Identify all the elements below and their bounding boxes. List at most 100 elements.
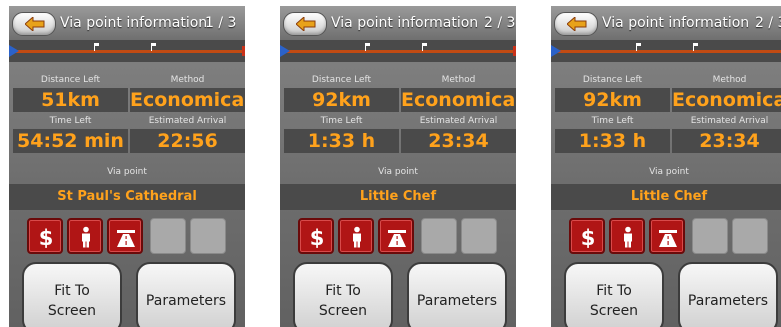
parameters-label: Parameters bbox=[145, 293, 227, 309]
distance-left-label: Distance Left bbox=[311, 75, 372, 85]
dollar-icon: $ bbox=[581, 226, 596, 248]
page-indicator: 1 / 3 bbox=[205, 15, 237, 31]
time-left-value: 1:33 h bbox=[284, 129, 399, 153]
method-label: Method bbox=[712, 75, 747, 85]
estimated-arrival-label: Estimated Arrival bbox=[419, 116, 498, 126]
title-bar: Via point information 1 / 3 bbox=[9, 6, 245, 40]
method-label: Method bbox=[170, 75, 205, 85]
time-left-label: Time Left bbox=[591, 116, 634, 126]
fit-to-screen-label-line1: Fit To bbox=[596, 283, 632, 299]
avoid-toll-roads-button[interactable]: $ bbox=[27, 218, 63, 254]
via-point-screen-3: Via point information 2 / 3 Distance Lef… bbox=[551, 6, 781, 327]
empty-option-slot[interactable] bbox=[461, 218, 497, 254]
fit-to-screen-button[interactable]: Fit To Screen bbox=[22, 262, 122, 327]
route-line bbox=[15, 50, 245, 53]
page-indicator: 2 / 3 bbox=[755, 15, 781, 31]
fit-to-screen-label-line2: Screen bbox=[318, 303, 368, 319]
empty-option-slot[interactable] bbox=[692, 218, 728, 254]
avoid-toll-roads-button[interactable]: $ bbox=[298, 218, 334, 254]
highway-icon bbox=[659, 230, 677, 247]
pedestrian-icon bbox=[353, 226, 361, 248]
route-progress-bar bbox=[9, 40, 245, 62]
empty-option-slot[interactable] bbox=[150, 218, 186, 254]
title-bar: Via point information 2 / 3 bbox=[280, 6, 516, 40]
dollar-icon: $ bbox=[39, 226, 54, 248]
back-button[interactable] bbox=[283, 12, 327, 36]
via-point-label: Via point bbox=[378, 167, 418, 177]
estimated-arrival-value: 22:56 bbox=[130, 129, 245, 153]
avoid-highways-button[interactable] bbox=[649, 218, 685, 254]
fit-to-screen-button[interactable]: Fit To Screen bbox=[293, 262, 393, 327]
via-point-flag-cloth bbox=[152, 43, 156, 46]
estimated-arrival-value: 23:34 bbox=[672, 129, 781, 153]
via-point-screen-1: Via point information 1 / 3 Distance Lef… bbox=[9, 6, 245, 327]
parameters-button[interactable]: Parameters bbox=[407, 262, 507, 327]
fit-to-screen-label-line2: Screen bbox=[589, 303, 639, 319]
parameters-label: Parameters bbox=[687, 293, 769, 309]
via-point-flag-cloth bbox=[95, 43, 99, 46]
route-progress-bar bbox=[280, 40, 516, 62]
svg-text:$: $ bbox=[581, 226, 596, 248]
screen-title: Via point information bbox=[602, 15, 750, 31]
start-arrow-icon bbox=[280, 45, 290, 57]
svg-text:$: $ bbox=[39, 226, 54, 248]
destination-marker-icon bbox=[242, 46, 245, 56]
pedestrian-route-button[interactable] bbox=[67, 218, 103, 254]
avoid-highways-button[interactable] bbox=[378, 218, 414, 254]
route-progress-bar bbox=[551, 40, 781, 62]
highway-icon bbox=[117, 230, 135, 247]
svg-text:$: $ bbox=[310, 226, 325, 248]
back-arrow-icon bbox=[567, 17, 587, 31]
title-bar: Via point information 2 / 3 bbox=[551, 6, 781, 40]
method-value: Economical bbox=[672, 88, 781, 112]
time-left-value: 1:33 h bbox=[555, 129, 670, 153]
estimated-arrival-value: 23:34 bbox=[401, 129, 516, 153]
destination-marker-icon bbox=[513, 46, 516, 56]
dollar-icon: $ bbox=[310, 226, 325, 248]
page-indicator: 2 / 3 bbox=[484, 15, 516, 31]
back-button[interactable] bbox=[12, 12, 56, 36]
empty-option-slot[interactable] bbox=[421, 218, 457, 254]
start-arrow-icon bbox=[551, 45, 561, 57]
back-arrow-icon bbox=[296, 17, 316, 31]
method-label: Method bbox=[441, 75, 476, 85]
avoid-toll-roads-button[interactable]: $ bbox=[569, 218, 605, 254]
screen-title: Via point information bbox=[331, 15, 479, 31]
pedestrian-route-button[interactable] bbox=[609, 218, 645, 254]
pedestrian-icon bbox=[624, 226, 632, 248]
distance-left-value: 92km bbox=[555, 88, 670, 112]
estimated-arrival-label: Estimated Arrival bbox=[690, 116, 769, 126]
pedestrian-route-button[interactable] bbox=[338, 218, 374, 254]
via-point-name: Little Chef bbox=[551, 184, 781, 210]
parameters-button[interactable]: Parameters bbox=[136, 262, 236, 327]
back-button[interactable] bbox=[554, 12, 598, 36]
via-point-flag-cloth bbox=[637, 43, 641, 46]
distance-left-label: Distance Left bbox=[40, 75, 101, 85]
route-line bbox=[286, 50, 516, 53]
time-left-label: Time Left bbox=[49, 116, 92, 126]
fit-to-screen-label-line2: Screen bbox=[47, 303, 97, 319]
route-line bbox=[557, 50, 781, 53]
via-point-flag-cloth bbox=[694, 43, 698, 46]
via-point-label: Via point bbox=[649, 167, 689, 177]
start-arrow-icon bbox=[9, 45, 19, 57]
method-value: Economical bbox=[130, 88, 245, 112]
method-value: Economical bbox=[401, 88, 516, 112]
fit-to-screen-button[interactable]: Fit To Screen bbox=[564, 262, 664, 327]
fit-to-screen-label-line1: Fit To bbox=[325, 283, 361, 299]
parameters-button[interactable]: Parameters bbox=[678, 262, 778, 327]
empty-option-slot[interactable] bbox=[190, 218, 226, 254]
time-left-value: 54:52 min bbox=[13, 129, 128, 153]
estimated-arrival-label: Estimated Arrival bbox=[148, 116, 227, 126]
avoid-highways-button[interactable] bbox=[107, 218, 143, 254]
pedestrian-icon bbox=[82, 226, 90, 248]
highway-icon bbox=[388, 230, 406, 247]
time-left-label: Time Left bbox=[320, 116, 363, 126]
parameters-label: Parameters bbox=[416, 293, 498, 309]
via-point-flag-cloth bbox=[366, 43, 370, 46]
back-arrow-icon bbox=[25, 17, 45, 31]
screen-title: Via point information bbox=[60, 15, 208, 31]
via-point-screen-2: Via point information 2 / 3 Distance Lef… bbox=[280, 6, 516, 327]
distance-left-value: 92km bbox=[284, 88, 399, 112]
empty-option-slot[interactable] bbox=[732, 218, 768, 254]
